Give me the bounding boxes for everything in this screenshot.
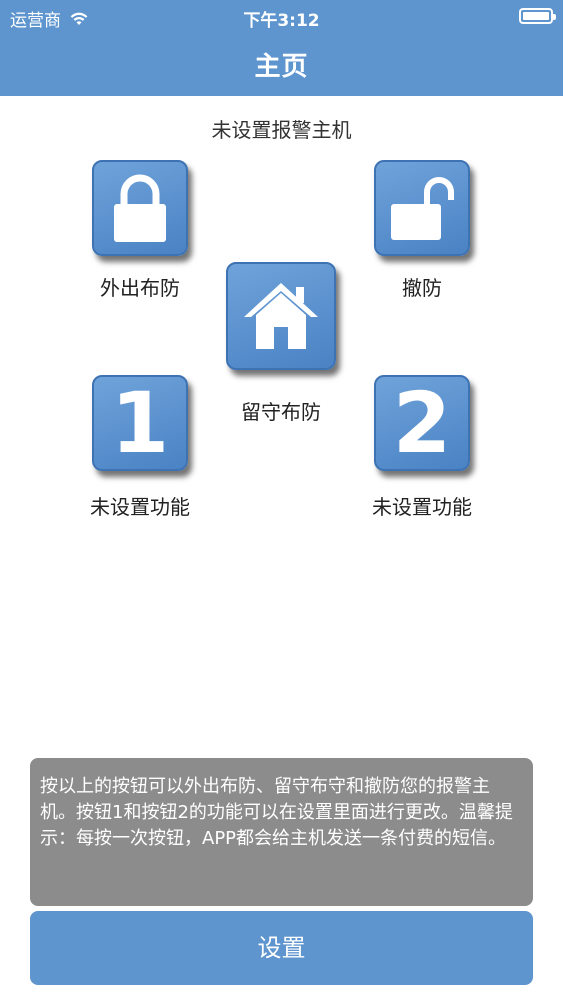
house-icon: [244, 283, 318, 349]
hint-box: 按以上的按钮可以外出布防、留守布守和撤防您的报警主机。按钮1和按钮2的功能可以在…: [30, 758, 533, 906]
disarm-button[interactable]: [374, 160, 470, 256]
top-bar: 运营商 下午3:12 主页: [0, 0, 563, 96]
arm-away-label: 外出布防: [100, 276, 180, 300]
page-title: 主页: [254, 52, 309, 82]
main-page: 运营商 下午3:12 主页 未设置报警主机 外出布防 撤防 留守布防 1 未设置…: [0, 0, 563, 1000]
function-2-button[interactable]: 2: [374, 375, 470, 471]
lock-closed-icon: [114, 174, 166, 242]
disarm-label: 撤防: [402, 276, 442, 300]
settings-button[interactable]: 设置: [30, 911, 533, 985]
status-time: 下午3:12: [243, 11, 320, 31]
function-1-label: 未设置功能: [90, 495, 190, 519]
function-2-number: 2: [392, 374, 452, 472]
function-1-number: 1: [110, 374, 170, 472]
arm-away-button[interactable]: [92, 160, 188, 256]
lock-open-icon: [391, 177, 454, 240]
function-1-button[interactable]: 1: [92, 375, 188, 471]
arm-home-button[interactable]: [226, 262, 336, 370]
host-status-text: 未设置报警主机: [211, 118, 352, 142]
arm-home-label: 留守布防: [241, 400, 321, 424]
function-2-label: 未设置功能: [372, 495, 472, 519]
battery-icon: [519, 8, 556, 24]
